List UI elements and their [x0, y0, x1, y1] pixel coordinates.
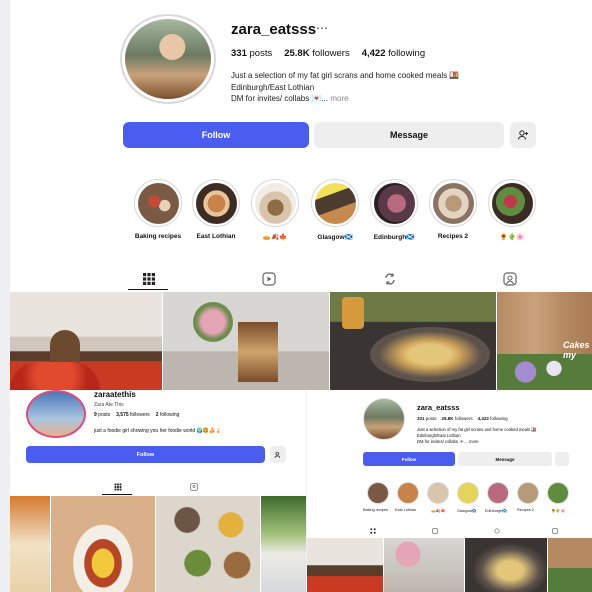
highlight-label: East Lothian [395, 508, 417, 512]
post-thumbnail[interactable] [307, 538, 383, 592]
nested-avatar[interactable] [26, 390, 86, 438]
highlight-label: 🌻🌵🌸 [551, 509, 566, 513]
nested-profile-zaraatethis: zaraatethis Zara Ate This 9 posts 3,575 … [10, 390, 306, 592]
highlight-item[interactable] [457, 482, 479, 504]
highlight-item[interactable]: Baking recipes [127, 179, 189, 240]
grid-icon[interactable] [370, 528, 376, 534]
grid-icon[interactable] [142, 272, 156, 286]
highlight-label: Edinburgh🏴󠁧󠁢󠁳󠁣󠁴󠁿 [485, 509, 508, 513]
bio-line: Edinburgh/East Lothian [231, 82, 315, 92]
highlight-label: Baking recipes [363, 508, 388, 512]
active-tab-indicator [128, 289, 168, 290]
post-thumbnail[interactable] [384, 538, 464, 592]
profile-avatar[interactable] [120, 14, 216, 104]
post-overlay-text: Cakes my [563, 340, 590, 360]
post-thumbnail[interactable]: Cakes my [497, 292, 592, 390]
post-thumbnail[interactable] [548, 538, 592, 592]
add-user-button[interactable] [510, 122, 536, 148]
highlight-item[interactable] [487, 482, 509, 504]
nested-add-user-button[interactable] [555, 452, 569, 466]
grid-icon[interactable] [114, 483, 122, 491]
followers-stat[interactable]: 25.8K followers [284, 48, 350, 59]
highlight-label: Edinburgh🏴󠁧󠁢󠁳󠁣󠁴󠁿 [373, 234, 415, 241]
message-button[interactable]: Message [314, 122, 504, 148]
highlight-label: Recipes 2 [517, 508, 534, 512]
highlight-label: Baking recipes [134, 233, 182, 240]
highlight-item[interactable] [517, 482, 539, 504]
more-options-icon[interactable]: ⋯ [316, 21, 328, 35]
nested-stats: 331 posts 25.8K followers 4,422 followin… [417, 416, 508, 421]
follow-button[interactable]: Follow [123, 122, 309, 148]
add-user-icon [518, 130, 528, 140]
post-grid: Cakes my [10, 292, 592, 390]
post-thumbnail[interactable] [156, 496, 260, 592]
highlight-label: Glasgow🏴󠁧󠁢󠁳󠁣󠁴󠁿 [457, 509, 477, 513]
active-tab-indicator [102, 494, 132, 495]
highlight-label: Recipes 2 [437, 233, 469, 240]
nested-username: zaraatethis [94, 390, 136, 399]
tagged-repost-icon[interactable] [383, 272, 397, 286]
post-thumbnail[interactable] [330, 292, 496, 390]
highlight-item[interactable]: Glasgow🏴󠁧󠁢󠁳󠁣󠁴󠁿 [304, 179, 366, 241]
highlight-item[interactable] [427, 482, 449, 504]
following-stat[interactable]: 4,422 following [362, 48, 425, 59]
add-user-icon [274, 451, 280, 458]
highlight-label: Glasgow🏴󠁧󠁢󠁳󠁣󠁴󠁿 [317, 234, 353, 241]
posts-stat: 331 posts [231, 48, 273, 59]
post-thumbnail[interactable] [10, 496, 50, 592]
highlight-item[interactable] [397, 482, 419, 504]
highlight-item[interactable]: Edinburgh🏴󠁧󠁢󠁳󠁣󠁴󠁿 [363, 179, 425, 241]
tagged-person-icon[interactable] [503, 272, 517, 286]
nested-stats: 9 posts 3,575 followers 2 following [94, 412, 180, 418]
highlight-item[interactable]: Recipes 2 [422, 179, 484, 240]
profile-username: zara_eatsss [231, 21, 317, 38]
nested-display-name: Zara Ate This [94, 402, 124, 408]
instagram-profile-collage: zara_eatsss ⋯ 331 posts 25.8K followers … [0, 0, 592, 592]
bio-line: DM for invites/ collabs 💌... more [231, 94, 349, 103]
nested-bio: just a foodie girl showing you her foodi… [94, 428, 222, 434]
highlight-item[interactable]: 🌻🌵🌸 [481, 179, 543, 241]
post-thumbnail[interactable] [261, 496, 306, 592]
nested-add-user-button[interactable] [270, 446, 286, 463]
tagged-person-icon[interactable] [552, 528, 558, 534]
tagged-person-icon[interactable] [190, 483, 198, 491]
reels-icon[interactable] [262, 272, 276, 286]
reels-icon[interactable] [432, 528, 438, 534]
highlight-label: 🥧🍂🍁 [262, 234, 288, 241]
nested-message-button[interactable]: Message [458, 452, 552, 466]
highlight-item[interactable] [547, 482, 569, 504]
post-thumbnail[interactable] [465, 538, 547, 592]
highlight-item[interactable]: 🥧🍂🍁 [244, 179, 306, 241]
nested-follow-button[interactable]: Follow [363, 452, 455, 466]
bio-line: Just a selection of my fat girl scrans a… [231, 71, 460, 80]
nested-avatar[interactable] [363, 398, 405, 440]
post-thumbnail[interactable] [51, 496, 155, 592]
post-thumbnail[interactable] [10, 292, 162, 390]
window-edge [0, 0, 10, 592]
post-thumbnail[interactable] [163, 292, 329, 390]
highlight-item[interactable] [367, 482, 389, 504]
nested-username: zara_eatsss [417, 403, 460, 412]
highlight-label: 🌻🌵🌸 [499, 234, 525, 241]
bio-more-link[interactable]: more [330, 94, 348, 103]
tagged-repost-icon[interactable] [494, 528, 500, 534]
highlight-label: 🥧🍂🍁 [431, 509, 446, 513]
highlight-label: East Lothian [196, 233, 236, 240]
nested-profile-zara-eatsss: zara_eatsss 331 posts 25.8K followers 4,… [306, 390, 592, 592]
nested-follow-button[interactable]: Follow [26, 446, 265, 463]
nested-bio: Just a selection of my fat girl scrans a… [417, 427, 537, 444]
profile-bio: Just a selection of my fat girl scrans a… [231, 70, 511, 105]
profile-stats: 331 posts 25.8K followers 4,422 followin… [231, 48, 425, 59]
highlight-item[interactable]: East Lothian [185, 179, 247, 240]
